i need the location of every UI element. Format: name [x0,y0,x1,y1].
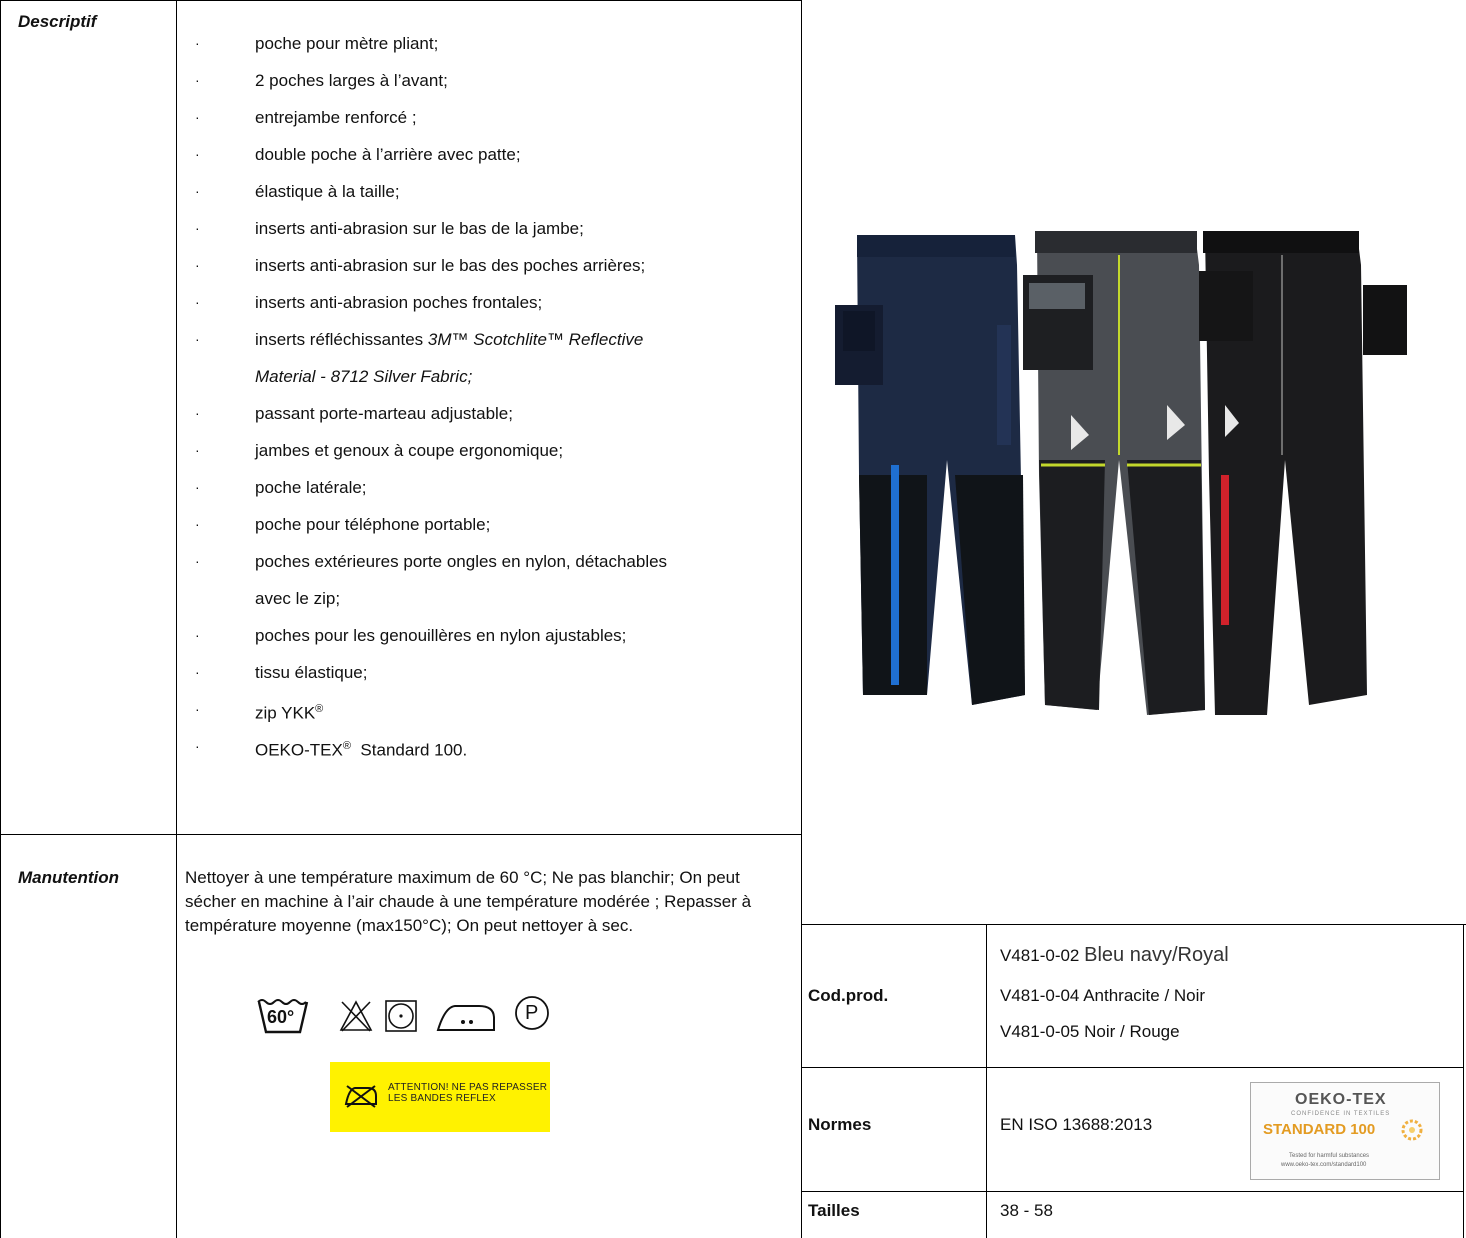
warning-line-1: ATTENTION! NE PAS REPASSER [388,1082,548,1093]
bullet: · [195,664,200,680]
bullet: · [195,627,200,643]
feature-text: tissu élastique; [255,663,368,682]
feature-text: élastique à la taille; [255,182,400,201]
bullet: · [195,35,200,51]
product-color: Bleu navy/Royal [1084,944,1229,966]
oeko-tex-logo: OEKO-TEX CONFIDENCE IN TEXTILES STANDARD… [1250,1082,1440,1180]
tailles-value: 38 - 58 [1000,1201,1053,1220]
bullet: · [195,331,200,347]
registered-mark: ® [342,740,351,752]
bullet: · [195,109,200,125]
registered-mark: ® [315,703,324,715]
codprod-line-3: V481-0-05 Noir / Rouge [1000,1022,1180,1042]
feature-text: zip YKK [255,703,316,723]
bullet: · [195,553,200,569]
bullet: · [195,220,200,236]
trouser-anthracite [1023,231,1205,715]
grid-mid-divider [801,0,802,1238]
bullet: · [195,738,200,754]
bullet: · [195,257,200,273]
feature-text: inserts réfléchissantes [255,330,424,349]
dry-clean-icon: P [513,994,551,1032]
product-image-trousers [827,225,1411,740]
tumble-dry-icon [383,998,419,1034]
list-item: · inserts réfléchissantes 3M™ Scotchlite… [195,321,795,395]
codprod-line-1: V481-0-02 Bleu navy/Royal [1000,944,1229,967]
oeko-logo-title: OEKO-TEX [1295,1091,1387,1108]
trouser-navy [835,235,1025,705]
oeko-logo-note: Tested for harmful substances [1289,1153,1370,1159]
oeko-logo-standard: STANDARD 100 [1263,1121,1376,1138]
grid-right-row2 [801,1191,1464,1192]
feature-text: jambes et genoux à coupe ergonomique; [255,441,564,460]
feature-text: 2 poches larges à l’avant; [255,71,448,90]
grid-row-divider [0,834,802,835]
bullet: · [195,294,200,310]
warning-text: ATTENTION! NE PAS REPASSER LES BANDES RE… [388,1082,547,1104]
oeko-flower-icon [1401,1119,1423,1141]
wash-60-icon: 60° [255,994,311,1038]
bullet: · [195,479,200,495]
reflective-material-text-cont: Material - 8712 Silver Fabric; [255,367,473,386]
grid-right-table-top [801,924,1466,925]
product-color: Anthracite / Noir [1083,986,1206,1005]
wash-temp-label: 60° [267,1007,295,1027]
no-iron-icon [344,1084,378,1108]
trouser-black [1199,231,1407,715]
feature-text: inserts anti-abrasion sur le bas des poc… [255,256,646,275]
manutention-label: Manutention [18,868,120,887]
feature-text: OEKO-TEX [255,740,343,760]
feature-text: double poche à l’arrière avec patte; [255,145,521,164]
bullet: · [195,72,200,88]
feature-text-cont: avec le zip; [255,589,341,608]
normes-value: EN ISO 13688:2013 [1000,1115,1153,1134]
feature-text: passant porte-marteau adjustable; [255,404,513,423]
feature-text: poche latérale; [255,478,367,497]
grid-top-border [0,0,802,1]
feature-text: inserts anti-abrasion poches frontales; [255,293,543,312]
codprod-label: Cod.prod. [808,986,889,1005]
codprod-line-2: V481-0-04 Anthracite / Noir [1000,986,1205,1006]
reflex-warning-label: ATTENTION! NE PAS REPASSER LES BANDES RE… [330,1062,550,1132]
bullet: · [195,405,200,421]
product-code: V481-0-05 [1000,1022,1080,1041]
list-item: · poches extérieures porte ongles en nyl… [195,543,795,617]
normes-label: Normes [808,1115,872,1134]
care-instructions: Nettoyer à une température maximum de 60… [185,868,752,935]
dry-clean-letter: P [525,1002,539,1024]
product-code: V481-0-04 [1000,986,1080,1005]
no-bleach-icon [338,998,374,1034]
feature-text: poches pour les genouillères en nylon aj… [255,626,627,645]
feature-text: poche pour téléphone portable; [255,515,491,534]
bullet: · [195,701,200,717]
grid-col-divider [176,0,177,1238]
iron-medium-icon [435,1000,497,1034]
descriptif-label: Descriptif [18,12,97,31]
reflective-material-text: 3M™ Scotchlite™ Reflective [427,330,644,349]
feature-text: poches extérieures porte ongles en nylon… [255,552,668,571]
feature-text: inserts anti-abrasion sur le bas de la j… [255,219,584,238]
oeko-logo-url: www.oeko-tex.com/standard100 [1281,1162,1367,1168]
warning-line-2: LES BANDES REFLEX [388,1093,496,1104]
bullet: · [195,442,200,458]
bullet: · [195,183,200,199]
tailles-label: Tailles [808,1201,860,1220]
feature-text: Standard 100. [360,740,468,760]
care-symbols: 60° P [255,994,615,1044]
bullet: · [195,516,200,532]
feature-text: poche pour mètre pliant; [255,34,439,53]
product-color: Noir / Rouge [1084,1022,1180,1041]
grid-right-row1 [801,1067,1464,1068]
product-code: V481-0-02 [1000,946,1080,965]
feature-text: entrejambe renforcé ; [255,108,417,127]
grid-left-border [0,0,1,1238]
oeko-logo-tagline: CONFIDENCE IN TEXTILES [1291,1111,1391,1117]
bullet: · [195,146,200,162]
